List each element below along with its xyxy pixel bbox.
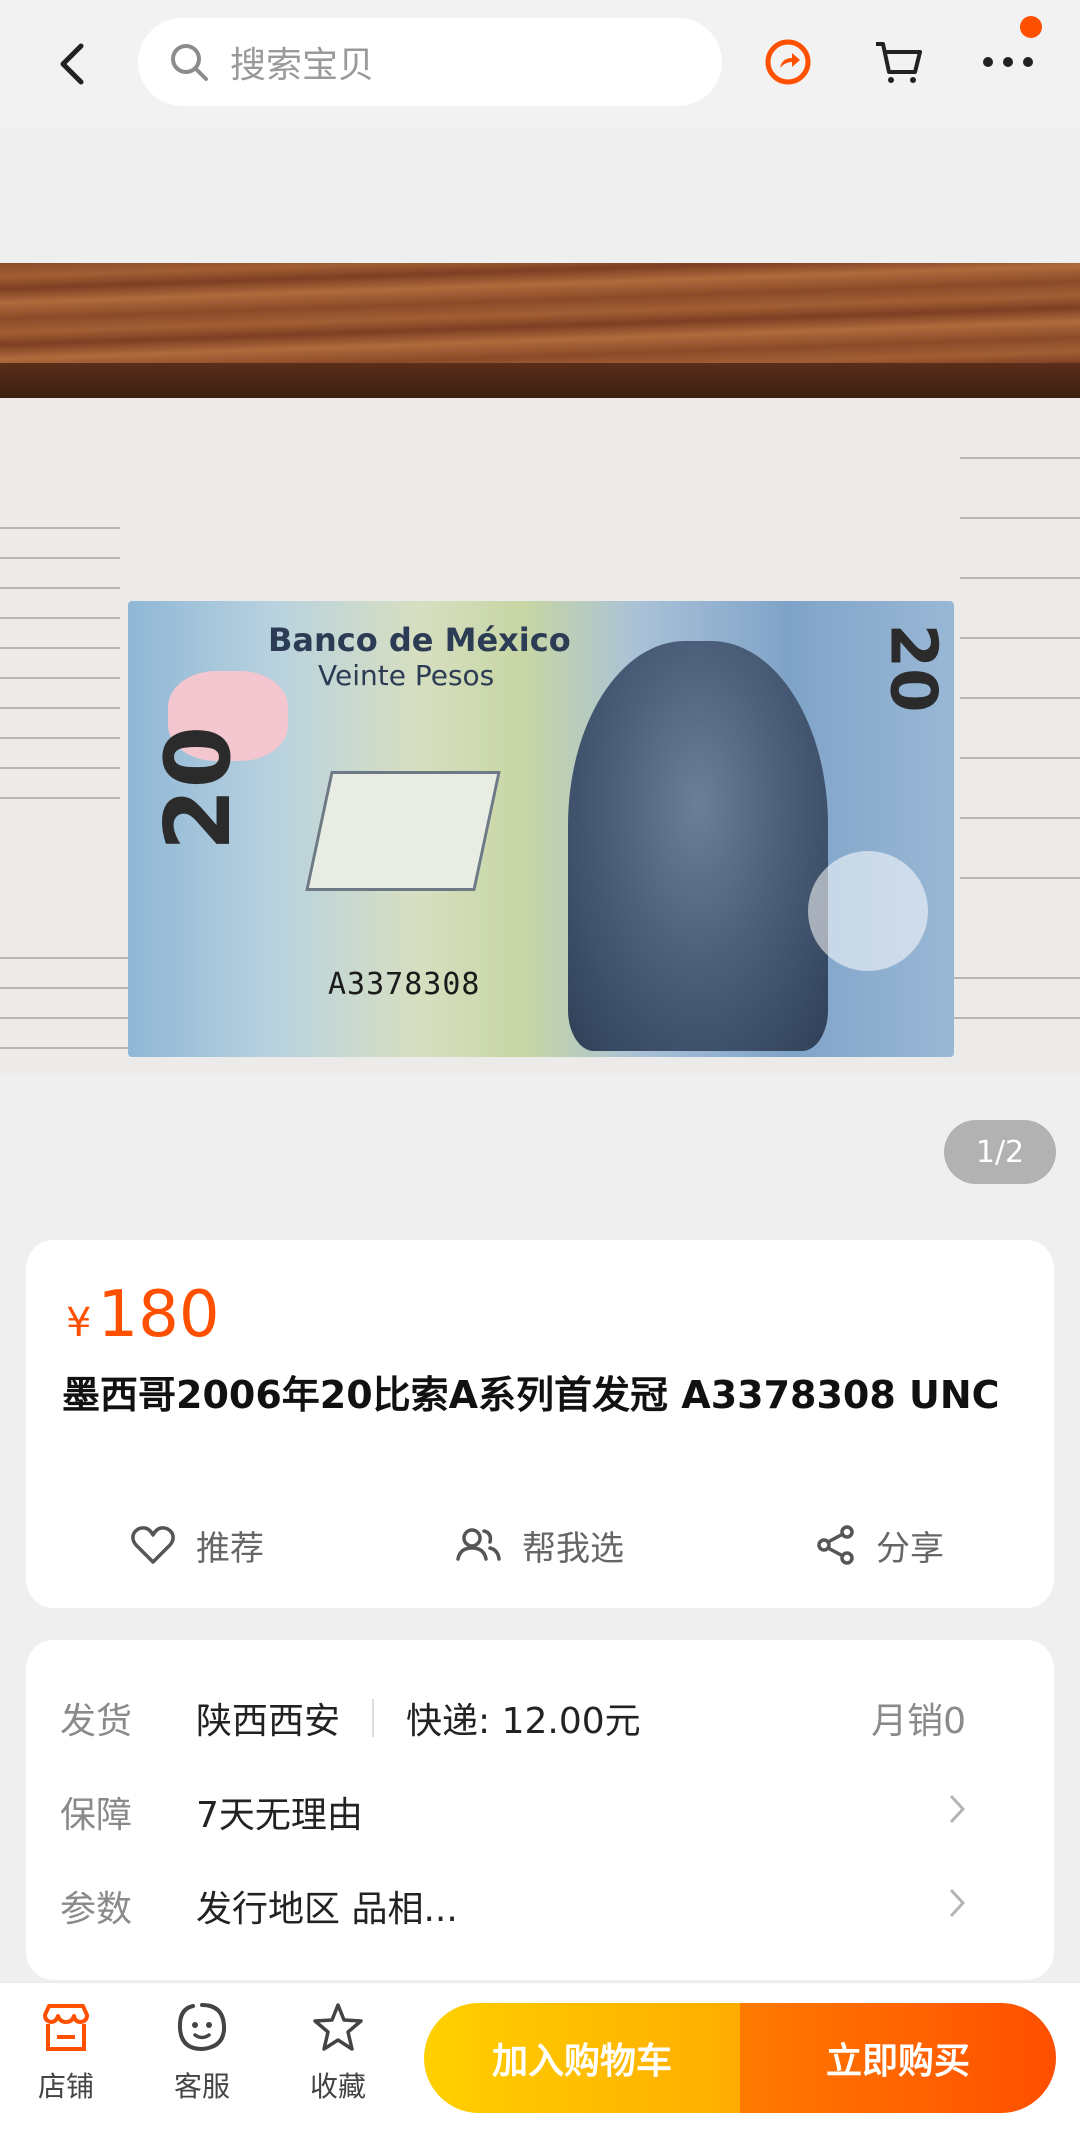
banknote-bank-name: Banco de México (268, 621, 571, 659)
favorite-button[interactable]: 收藏 (288, 2001, 388, 2121)
wood-edge (0, 363, 1080, 398)
bottom-bar: 店铺 客服 收藏 加入购物车 立即购买 (0, 1982, 1080, 2134)
heart-icon (131, 1526, 175, 1564)
search-input[interactable]: 搜索宝贝 (138, 18, 722, 106)
favorite-label: 收藏 (309, 2070, 366, 2103)
image-counter: 1/2 (944, 1120, 1056, 1184)
cart-button[interactable] (866, 30, 930, 94)
recommend-label: 推荐 (196, 1528, 264, 1569)
banknote-denomination: Veinte Pesos (318, 659, 495, 692)
product-gallery[interactable]: Banco de México Veinte Pesos 20 20 A3378… (0, 128, 1080, 1188)
recommend-button[interactable]: 推荐 (130, 1510, 264, 1580)
help-choose-label: 帮我选 (522, 1528, 624, 1569)
shipping-fee: 快递: 12.00元 (406, 1701, 641, 1742)
divider (372, 1699, 375, 1737)
top-bar: 搜索宝贝 (0, 0, 1080, 128)
customer-service-button[interactable]: 客服 (152, 2001, 252, 2121)
product-title: 墨西哥2006年20比索A系列首发冠 A3378308 UNC (62, 1373, 1000, 1417)
shop-label: 店铺 (37, 2070, 94, 2103)
banknote-value-corner: 20 (875, 623, 950, 713)
help-choose-button[interactable]: 帮我选 (454, 1510, 624, 1580)
search-placeholder: 搜索宝贝 (230, 45, 375, 86)
monthly-sales: 月销0 (871, 1701, 966, 1742)
buy-now-button[interactable]: 立即购买 (740, 2003, 1056, 2113)
share-circle-button[interactable] (756, 30, 820, 94)
shop-icon (43, 2004, 89, 2051)
shop-button[interactable]: 店铺 (16, 2001, 116, 2121)
chevron-right-icon (948, 1789, 966, 1835)
params-value: 发行地区 品相... (196, 1889, 458, 1930)
back-icon (60, 43, 84, 85)
banknote: Banco de México Veinte Pesos 20 20 A3378… (128, 601, 954, 1057)
shipping-label: 发货 (60, 1701, 133, 1742)
more-button[interactable] (976, 30, 1040, 94)
notification-dot (1020, 16, 1042, 38)
cart-icon (876, 42, 922, 83)
service-label: 客服 (173, 2070, 230, 2103)
banknote-serial: A3378308 (328, 967, 481, 1002)
shipping-info: 陕西西安 快递: 12.00元 (196, 1692, 641, 1744)
back-button[interactable] (50, 34, 94, 94)
scales-book-emblem (305, 771, 501, 891)
guarantee-label: 保障 (60, 1795, 133, 1836)
shipping-location: 陕西西安 (196, 1701, 341, 1742)
guarantee-row[interactable]: 保障 7天无理由 (0, 1782, 1028, 1842)
price-value: 180 (97, 1278, 220, 1352)
share-button[interactable]: 分享 (816, 1510, 944, 1580)
banknote-value: 20 (146, 725, 251, 851)
price-card: ¥ 180 墨西哥2006年20比索A系列首发冠 A3378308 UNC 推荐… (26, 1240, 1054, 1608)
share-icon (817, 1525, 854, 1565)
shipping-row: 发货 陕西西安 快递: 12.00元 月销0 (0, 1688, 1028, 1748)
star-icon (313, 2003, 363, 2051)
product-photo[interactable]: Banco de México Veinte Pesos 20 20 A3378… (0, 263, 1080, 1073)
service-icon (177, 2003, 227, 2052)
people-icon (456, 1528, 501, 1561)
banknote-portrait (568, 641, 828, 1051)
guarantee-value: 7天无理由 (196, 1795, 363, 1836)
search-icon (171, 44, 208, 81)
share-label: 分享 (876, 1528, 944, 1569)
currency-symbol: ¥ (66, 1300, 92, 1346)
chevron-right-icon (948, 1883, 966, 1929)
share-circle-icon (765, 39, 811, 85)
add-to-cart-button[interactable]: 加入购物车 (424, 2003, 740, 2113)
product-actions: 推荐 帮我选 分享 (26, 1510, 1054, 1580)
more-icon (983, 57, 1033, 67)
clear-window (808, 851, 928, 971)
params-label: 参数 (60, 1889, 133, 1930)
params-row[interactable]: 参数 发行地区 品相... (0, 1876, 1028, 1936)
price: ¥ 180 (66, 1278, 220, 1352)
